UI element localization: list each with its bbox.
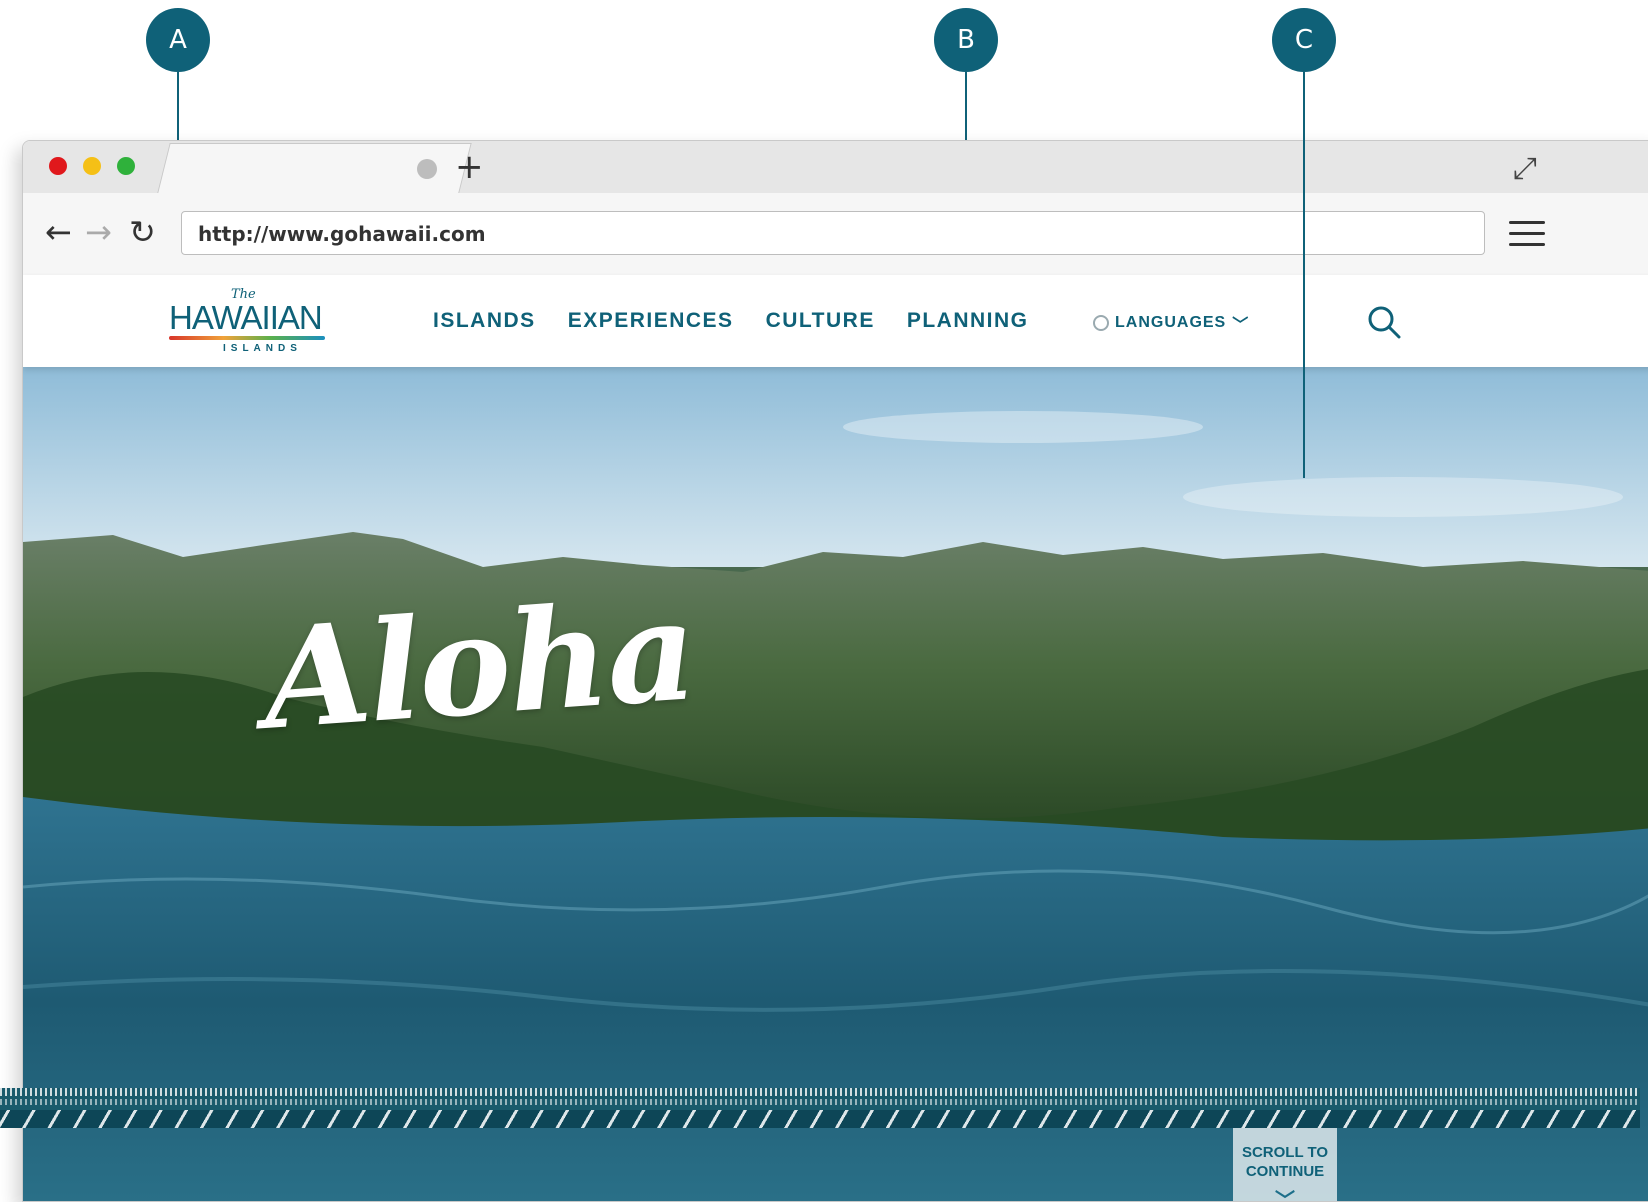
new-tab-button[interactable]: +: [455, 147, 484, 187]
callout-a: A: [146, 8, 210, 72]
browser-toolbar: ← → ↻ http://www.gohawaii.com: [23, 193, 1648, 276]
browser-window: + ⤢ ← → ↻ http://www.gohawaii.com The HA…: [22, 140, 1648, 1202]
callout-c-line: [1303, 72, 1305, 478]
maximize-window-dot[interactable]: [117, 157, 135, 175]
address-bar[interactable]: http://www.gohawaii.com: [181, 211, 1485, 255]
hero-banner: Aloha SCROLL TO CONTINUE ﹀: [23, 367, 1648, 1201]
fullscreen-icon[interactable]: ⤢: [1513, 151, 1537, 186]
close-window-dot[interactable]: [49, 157, 67, 175]
nav-experiences[interactable]: EXPERIENCES: [568, 309, 734, 333]
hawaiian-islands-logo[interactable]: The HAWAIIAN ISLANDS: [169, 285, 329, 357]
scroll-label-line-2: CONTINUE: [1245, 1163, 1325, 1180]
scroll-to-continue-button[interactable]: SCROLL TO CONTINUE ﹀: [1233, 1121, 1337, 1201]
nav-islands[interactable]: ISLANDS: [433, 309, 536, 333]
logo-wordmark: HAWAIIAN: [169, 299, 323, 336]
nav-planning[interactable]: PLANNING: [907, 309, 1029, 333]
site-header: The HAWAIIAN ISLANDS ISLANDS EXPERIENCES…: [23, 275, 1648, 367]
tab-close-icon[interactable]: [417, 159, 437, 179]
languages-dropdown[interactable]: LANGUAGES ﹀: [1093, 311, 1249, 335]
reload-button[interactable]: ↻: [129, 213, 156, 251]
languages-label: LANGUAGES: [1115, 314, 1227, 331]
logo-color-stripe: [169, 336, 325, 340]
globe-icon: [1093, 315, 1109, 331]
callout-c-label: C: [1294, 25, 1314, 55]
tribal-pattern-band: [0, 1088, 1640, 1128]
minimize-window-dot[interactable]: [83, 157, 101, 175]
main-navigation: ISLANDS EXPERIENCES CULTURE PLANNING: [433, 309, 1029, 333]
callout-c: C: [1272, 8, 1336, 72]
mountain-landscape: [23, 367, 1648, 1201]
hero-title: Aloha: [257, 568, 700, 761]
chevron-down-icon: ﹀: [1232, 317, 1250, 334]
search-icon[interactable]: [1367, 305, 1401, 339]
callout-b-label: B: [957, 25, 975, 55]
hamburger-menu-icon[interactable]: [1509, 221, 1545, 254]
callout-b: B: [934, 8, 998, 72]
logo-subtitle: ISLANDS: [223, 343, 302, 354]
scroll-label-line-1: SCROLL TO: [1241, 1144, 1329, 1161]
forward-button[interactable]: →: [85, 213, 112, 251]
back-button[interactable]: ←: [45, 213, 72, 251]
tab-bar: + ⤢: [23, 141, 1648, 194]
nav-culture[interactable]: CULTURE: [766, 309, 875, 333]
callout-a-label: A: [169, 25, 187, 55]
